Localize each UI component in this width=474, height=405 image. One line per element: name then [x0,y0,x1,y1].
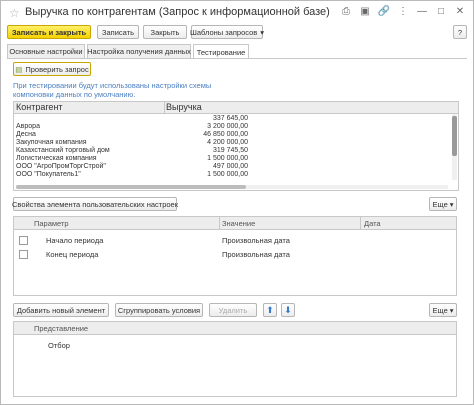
tab-testing[interactable]: Тестирование [193,44,249,59]
window-title: Выручка по контрагентам (Запрос к информ… [25,6,330,18]
move-down-icon[interactable]: ⬇ [281,303,295,317]
table-row[interactable]: Конец периода Произвольная дата [14,247,456,261]
row-value: 497 000,00 [212,163,248,170]
title-bar: ☆ Выручка по контрагентам (Запрос к инфо… [1,1,473,25]
query-templates-label: Шаблоны запросов [189,27,258,37]
chevron-down-icon: ▾ [449,305,454,315]
help-button[interactable]: ? [453,25,467,39]
filter-row-label: Отбор [48,341,70,350]
testing-hint: При тестировании будут использованы наст… [13,81,212,99]
row-value: 337 645,00 [212,115,248,122]
check-query-label: Проверить запрос [25,64,89,74]
minimize-icon[interactable]: — [415,6,429,18]
save-icon[interactable]: ▣ [358,6,372,18]
tab-data-retrieval[interactable]: Настройка получения данных [87,44,191,58]
row-value: 1 500 000,00 [207,171,248,178]
close-button[interactable]: Закрыть [143,25,187,39]
vertical-scrollbar[interactable] [452,114,457,180]
row-value: 4 200 000,00 [207,139,248,146]
column-value: Значение [222,219,256,228]
maximize-icon[interactable]: □ [434,6,448,18]
move-up-icon[interactable]: ⬆ [263,303,277,317]
column-revenue: Выручка [166,102,202,112]
row-value: 319 745,50 [212,147,248,154]
elements-table[interactable]: Представление Отбор [13,321,457,397]
query-icon: ▤ [15,64,23,74]
horizontal-scrollbar[interactable] [16,185,448,189]
chevron-down-icon: ▾ [449,199,454,209]
save-and-close-button[interactable]: Записать и закрыть [7,25,91,39]
row-checkbox[interactable] [19,236,28,245]
row-name: Закупочная компания [16,139,87,146]
row-name: ООО "АгроПромТоргСтрой" [16,163,106,170]
parameters-table[interactable]: Параметр Значение Дата Начало периода Пр… [13,216,457,296]
param-value[interactable]: Произвольная дата [222,236,290,245]
query-result-table[interactable]: Контрагент Выручка 337 645,00 Аврора 3 20… [13,101,459,191]
result-row[interactable]: Аврора 3 200 000,00 [14,123,250,131]
menu-icon[interactable]: ⋮ [396,6,410,18]
result-row[interactable]: Казахстанский торговый дом 319 745,50 [14,147,250,155]
result-row[interactable]: Закупочная компания 4 200 000,00 [14,139,250,147]
more-label: Еще [432,305,448,315]
user-settings-props-button[interactable]: Свойства элемента пользовательских настр… [12,197,178,211]
more-label: Еще [432,199,448,209]
favorite-star-icon[interactable]: ☆ [9,6,20,20]
save-button[interactable]: Записать [97,25,139,39]
scroll-thumb[interactable] [452,116,457,156]
query-templates-button[interactable]: Шаблоны запросов ▾ [189,25,265,39]
delete-button[interactable]: Удалить [209,303,257,317]
scroll-thumb[interactable] [16,185,246,189]
column-counterparty: Контрагент [16,102,63,112]
tab-divider [7,58,467,59]
row-name: Аврора [16,123,40,130]
param-name: Конец периода [46,250,99,259]
column-divider [219,217,220,229]
column-parameter: Параметр [34,219,69,228]
link-icon[interactable]: 🔗 [377,6,391,18]
table-row[interactable]: Начало периода Произвольная дата [14,233,456,247]
more-button[interactable]: Еще ▾ [429,303,457,317]
app-window: ☆ Выручка по контрагентам (Запрос к инфо… [0,0,474,405]
elements-header: Представление [14,322,456,335]
row-name: ООО "Покупатель1" [16,171,81,178]
row-value: 46 850 000,00 [203,131,248,138]
table-row[interactable]: Отбор [14,338,456,352]
result-header: Контрагент Выручка [14,102,458,114]
column-divider [360,217,361,229]
chevron-down-icon: ▾ [260,27,265,37]
result-row[interactable]: ООО "Покупатель1" 1 500 000,00 [14,171,250,179]
row-checkbox[interactable] [19,250,28,259]
more-button[interactable]: Еще ▾ [429,197,457,211]
param-name: Начало периода [46,236,104,245]
group-conditions-button[interactable]: Сгруппировать условия [115,303,203,317]
result-row[interactable]: ООО "АгроПромТоргСтрой" 497 000,00 [14,163,250,171]
row-name: Десна [16,131,36,138]
row-value: 1 500 000,00 [207,155,248,162]
column-divider [164,102,165,113]
row-name: Казахстанский торговый дом [16,147,110,154]
printer-icon[interactable]: ⎙ [339,6,353,18]
check-query-button[interactable]: ▤ Проверить запрос [13,62,91,76]
parameters-header: Параметр Значение Дата [14,217,456,230]
result-row[interactable]: 337 645,00 [14,115,250,123]
close-icon[interactable]: ✕ [453,6,467,18]
row-name: Логистическая компания [16,155,97,162]
param-value[interactable]: Произвольная дата [222,250,290,259]
result-row[interactable]: Логистическая компания 1 500 000,00 [14,155,250,163]
row-value: 3 200 000,00 [207,123,248,130]
tab-main-settings[interactable]: Основные настройки [7,44,85,58]
result-row[interactable]: Десна 46 850 000,00 [14,131,250,139]
column-date: Дата [364,219,381,228]
add-element-button[interactable]: Добавить новый элемент [13,303,109,317]
window-controls: ⎙ ▣ 🔗 ⋮ — □ ✕ [339,6,467,18]
column-representation: Представление [34,324,89,333]
